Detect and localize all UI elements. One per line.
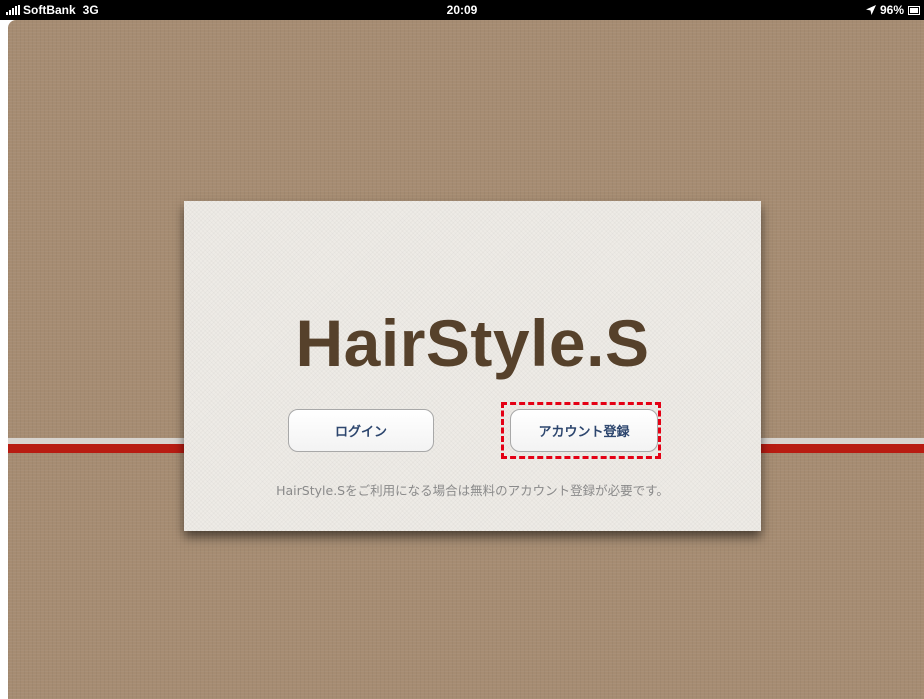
status-right: 96% (865, 3, 920, 17)
login-button[interactable]: ログイン (288, 409, 434, 452)
battery-icon (908, 5, 920, 15)
register-account-button[interactable]: アカウント登録 (510, 409, 658, 452)
screen: SoftBank 3G 20:09 96% HairStyle.S ログイン ア… (0, 0, 924, 699)
registration-note: HairStyle.Sをご利用になる場合は無料のアカウント登録が必要です。 (276, 483, 669, 498)
battery-percent: 96% (879, 3, 904, 17)
location-arrow-icon (865, 5, 876, 15)
status-time: 20:09 (446, 3, 478, 17)
login-card: HairStyle.S ログイン アカウント登録 HairStyle.Sをご利用… (184, 201, 761, 531)
app-logo: HairStyle.S (295, 306, 650, 380)
status-bar: SoftBank 3G 20:09 96% (0, 0, 924, 20)
